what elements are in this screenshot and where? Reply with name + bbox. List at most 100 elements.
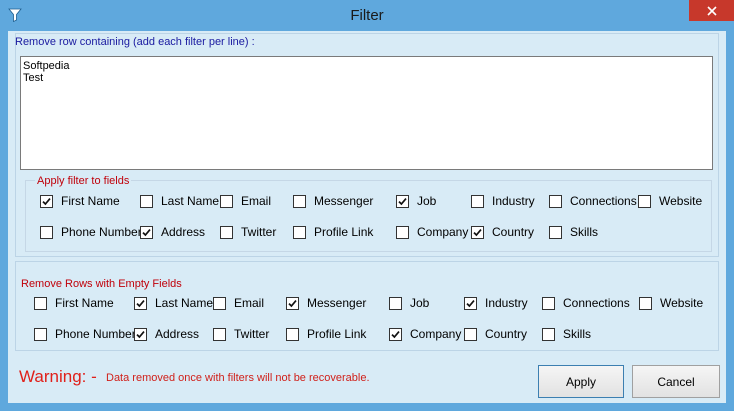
checkbox-box[interactable] bbox=[396, 225, 409, 239]
checkbox-label: Industry bbox=[485, 296, 528, 310]
checkbox-box[interactable] bbox=[464, 296, 477, 310]
checkbox-label: Connections bbox=[570, 194, 637, 208]
apply-filter-checkbox-address[interactable]: Address bbox=[140, 225, 205, 239]
checkbox-box[interactable] bbox=[293, 194, 306, 208]
apply-filter-checkbox-email[interactable]: Email bbox=[220, 194, 271, 208]
empty-field-checkbox-address[interactable]: Address bbox=[134, 327, 199, 341]
checkbox-box[interactable] bbox=[40, 225, 53, 239]
apply-filter-group bbox=[25, 180, 712, 252]
empty-field-checkbox-email[interactable]: Email bbox=[213, 296, 264, 310]
empty-field-checkbox-connections[interactable]: Connections bbox=[542, 296, 630, 310]
checkbox-label: Phone Number bbox=[55, 327, 136, 341]
checkbox-box[interactable] bbox=[549, 194, 562, 208]
checkbox-box[interactable] bbox=[471, 225, 484, 239]
empty-field-checkbox-company[interactable]: Company bbox=[389, 327, 461, 341]
checkbox-box[interactable] bbox=[213, 327, 226, 341]
checkmark-icon bbox=[42, 197, 51, 205]
checkbox-label: Last Name bbox=[155, 296, 214, 310]
checkbox-label: Job bbox=[410, 296, 430, 310]
checkbox-label: Twitter bbox=[241, 225, 277, 239]
checkbox-label: Email bbox=[234, 296, 265, 310]
empty-field-checkbox-messenger[interactable]: Messenger bbox=[286, 296, 366, 310]
warning-message: Data removed once with filters will not … bbox=[106, 372, 370, 384]
empty-field-checkbox-last-name[interactable]: Last Name bbox=[134, 296, 213, 310]
checkbox-label: Country bbox=[485, 327, 528, 341]
empty-field-checkbox-profile-link[interactable]: Profile Link bbox=[286, 327, 366, 341]
empty-field-checkbox-phone-number[interactable]: Phone Number bbox=[34, 327, 136, 341]
apply-button[interactable]: Apply bbox=[538, 365, 624, 398]
empty-field-checkbox-industry[interactable]: Industry bbox=[464, 296, 528, 310]
apply-filter-checkbox-industry[interactable]: Industry bbox=[471, 194, 535, 208]
checkbox-box[interactable] bbox=[134, 327, 147, 341]
apply-filter-checkbox-twitter[interactable]: Twitter bbox=[220, 225, 276, 239]
empty-field-checkbox-job[interactable]: Job bbox=[389, 296, 429, 310]
apply-filter-checkbox-messenger[interactable]: Messenger bbox=[293, 194, 373, 208]
checkbox-box[interactable] bbox=[464, 327, 477, 341]
filter-line: Test bbox=[23, 72, 44, 84]
checkbox-box[interactable] bbox=[220, 194, 233, 208]
checkbox-label: Last Name bbox=[161, 194, 220, 208]
empty-field-checkbox-twitter[interactable]: Twitter bbox=[213, 327, 269, 341]
warning-title: Warning: - bbox=[19, 367, 97, 386]
dialog-body: Remove row containing (add each filter p… bbox=[8, 31, 726, 403]
checkbox-box[interactable] bbox=[34, 296, 47, 310]
checkbox-box[interactable] bbox=[389, 327, 402, 341]
apply-filter-checkbox-first-name[interactable]: First Name bbox=[40, 194, 120, 208]
checkbox-box[interactable] bbox=[638, 194, 651, 208]
checkbox-box[interactable] bbox=[389, 296, 402, 310]
filter-terms-textarea[interactable]: Softpedia Test bbox=[20, 56, 713, 170]
checkbox-box[interactable] bbox=[396, 194, 409, 208]
apply-filter-checkbox-country[interactable]: Country bbox=[471, 225, 534, 239]
empty-field-checkbox-skills[interactable]: Skills bbox=[542, 327, 591, 341]
checkbox-label: Country bbox=[492, 225, 535, 239]
checkbox-label: Profile Link bbox=[314, 225, 374, 239]
checkbox-box[interactable] bbox=[34, 327, 47, 341]
checkbox-box[interactable] bbox=[293, 225, 306, 239]
close-button[interactable] bbox=[689, 0, 734, 21]
checkbox-box[interactable] bbox=[549, 225, 562, 239]
checkbox-box[interactable] bbox=[140, 225, 153, 239]
checkbox-box[interactable] bbox=[471, 194, 484, 208]
cancel-button[interactable]: Cancel bbox=[632, 365, 720, 398]
checkbox-label: Address bbox=[155, 327, 200, 341]
checkbox-box[interactable] bbox=[286, 296, 299, 310]
checkbox-label: Skills bbox=[563, 327, 592, 341]
checkmark-icon bbox=[466, 299, 475, 307]
checkbox-box[interactable] bbox=[220, 225, 233, 239]
checkmark-icon bbox=[473, 228, 482, 236]
checkbox-box[interactable] bbox=[213, 296, 226, 310]
checkbox-box[interactable] bbox=[639, 296, 652, 310]
empty-field-checkbox-country[interactable]: Country bbox=[464, 327, 527, 341]
apply-filter-checkbox-company[interactable]: Company bbox=[396, 225, 468, 239]
apply-filter-checkbox-skills[interactable]: Skills bbox=[549, 225, 598, 239]
apply-filter-checkbox-connections[interactable]: Connections bbox=[549, 194, 637, 208]
apply-filter-checkbox-profile-link[interactable]: Profile Link bbox=[293, 225, 373, 239]
checkbox-label: Address bbox=[161, 225, 206, 239]
checkbox-label: Email bbox=[241, 194, 272, 208]
checkbox-label: Phone Number bbox=[61, 225, 142, 239]
apply-filter-group-label: Apply filter to fields bbox=[35, 175, 132, 187]
checkbox-label: Website bbox=[660, 296, 704, 310]
checkbox-label: First Name bbox=[61, 194, 120, 208]
checkbox-box[interactable] bbox=[542, 327, 555, 341]
empty-fields-label: Remove Rows with Empty Fields bbox=[21, 278, 182, 290]
title-bar: Filter bbox=[0, 0, 734, 31]
checkbox-label: Company bbox=[417, 225, 469, 239]
checkbox-label: Messenger bbox=[314, 194, 374, 208]
checkmark-icon bbox=[391, 330, 400, 338]
apply-filter-checkbox-website[interactable]: Website bbox=[638, 194, 702, 208]
checkbox-box[interactable] bbox=[542, 296, 555, 310]
checkbox-box[interactable] bbox=[286, 327, 299, 341]
filter-line: Softpedia bbox=[23, 60, 70, 72]
apply-filter-checkbox-job[interactable]: Job bbox=[396, 194, 436, 208]
apply-filter-checkbox-phone-number[interactable]: Phone Number bbox=[40, 225, 142, 239]
apply-filter-checkbox-last-name[interactable]: Last Name bbox=[140, 194, 219, 208]
empty-field-checkbox-first-name[interactable]: First Name bbox=[34, 296, 114, 310]
empty-field-checkbox-website[interactable]: Website bbox=[639, 296, 703, 310]
checkbox-box[interactable] bbox=[40, 194, 53, 208]
checkbox-label: Company bbox=[410, 327, 462, 341]
checkbox-label: Skills bbox=[570, 225, 599, 239]
close-x-icon bbox=[706, 5, 717, 16]
checkbox-box[interactable] bbox=[134, 296, 147, 310]
checkbox-box[interactable] bbox=[140, 194, 153, 208]
